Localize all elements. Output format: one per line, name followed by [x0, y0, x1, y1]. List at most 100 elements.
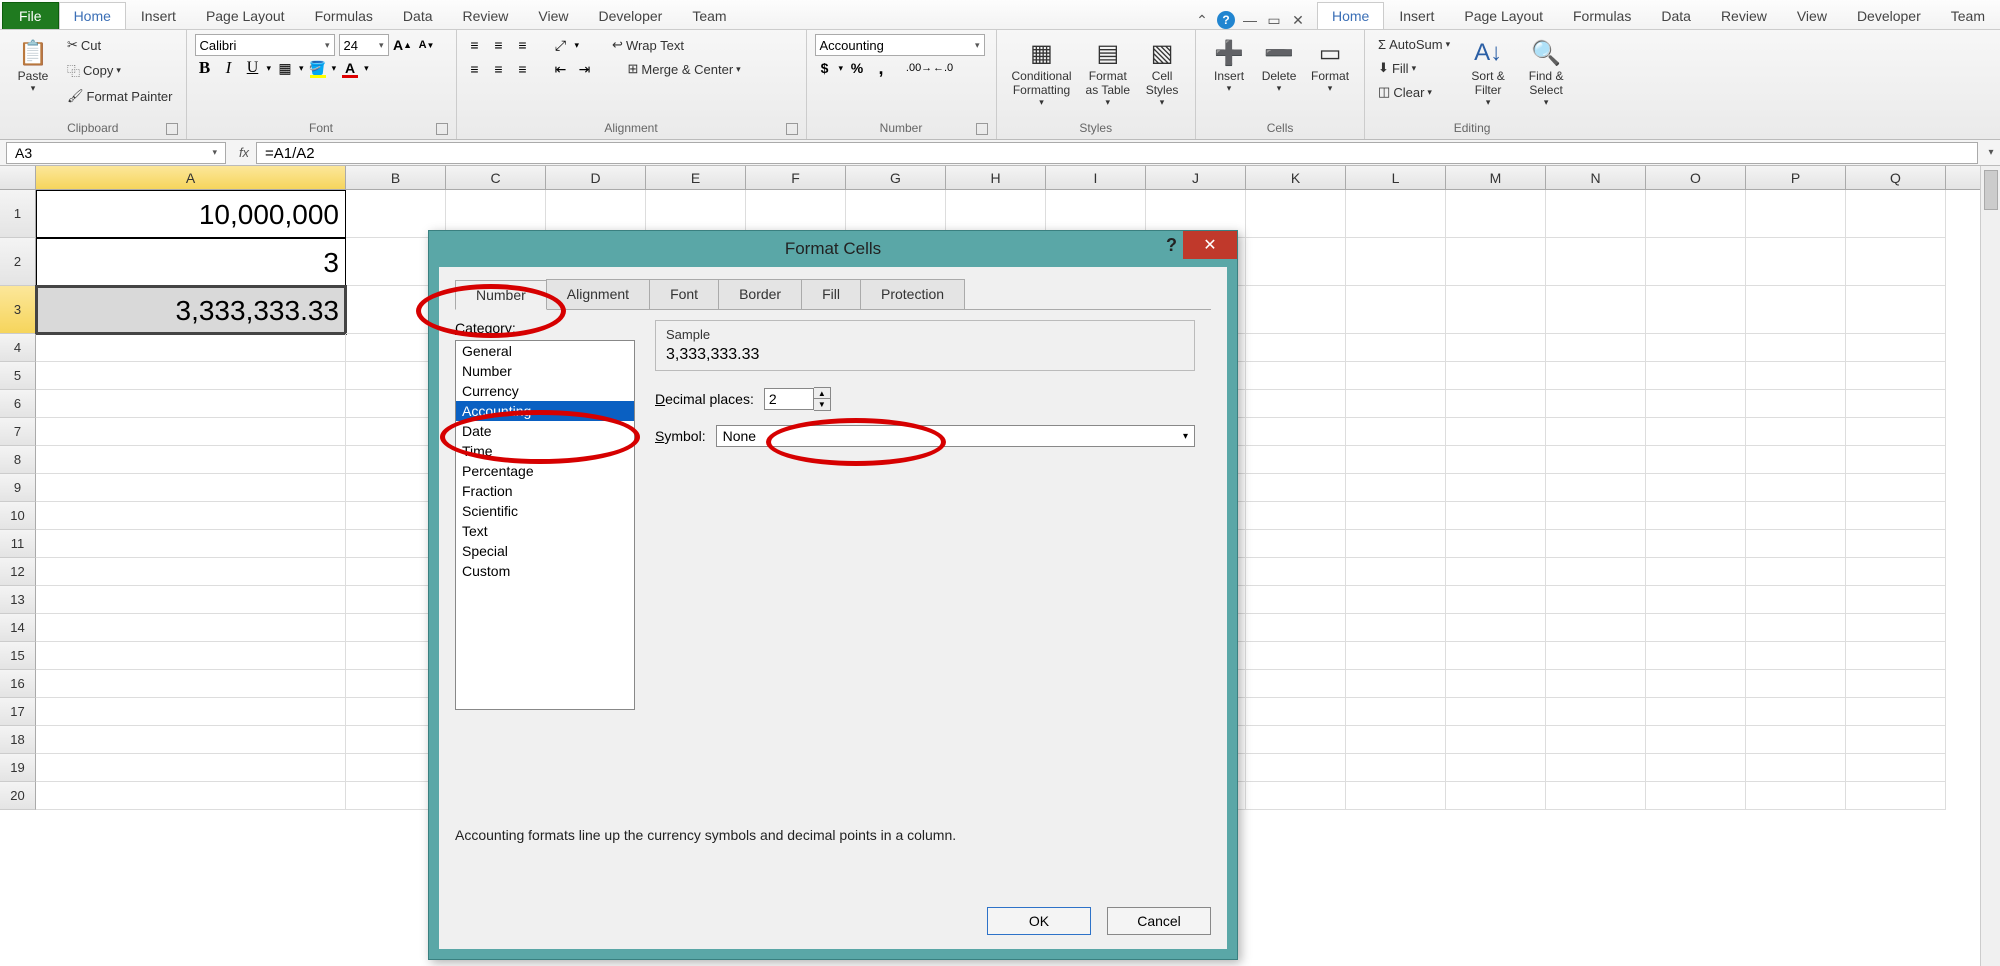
cell-A8[interactable]: [36, 446, 346, 474]
decrease-indent-icon[interactable]: ⇤: [551, 59, 571, 79]
cell-O12[interactable]: [1646, 558, 1746, 586]
cell-K18[interactable]: [1246, 726, 1346, 754]
column-header-J[interactable]: J: [1146, 166, 1246, 189]
cell-Q16[interactable]: [1846, 670, 1946, 698]
fx-icon[interactable]: fx: [232, 145, 256, 160]
column-header-Q[interactable]: Q: [1846, 166, 1946, 189]
cell-M16[interactable]: [1446, 670, 1546, 698]
cell-K11[interactable]: [1246, 530, 1346, 558]
cell-Q20[interactable]: [1846, 782, 1946, 810]
column-header-F[interactable]: F: [746, 166, 846, 189]
cell-K8[interactable]: [1246, 446, 1346, 474]
cell-O16[interactable]: [1646, 670, 1746, 698]
cell-N10[interactable]: [1546, 502, 1646, 530]
cell-M1[interactable]: [1446, 190, 1546, 238]
row-header-16[interactable]: 16: [0, 670, 36, 698]
help-icon[interactable]: ?: [1217, 11, 1235, 29]
cell-O1[interactable]: [1646, 190, 1746, 238]
cell-M17[interactable]: [1446, 698, 1546, 726]
font-color-dropdown[interactable]: ▾: [364, 63, 369, 74]
clipboard-dialog-launcher[interactable]: [166, 123, 178, 135]
cell-P10[interactable]: [1746, 502, 1846, 530]
cell-M19[interactable]: [1446, 754, 1546, 782]
row-header-3[interactable]: 3: [0, 286, 36, 334]
cell-N8[interactable]: [1546, 446, 1646, 474]
cell-A15[interactable]: [36, 642, 346, 670]
cancel-button[interactable]: Cancel: [1107, 907, 1211, 935]
border-dropdown[interactable]: ▾: [299, 63, 304, 74]
italic-button[interactable]: I: [219, 58, 239, 78]
cell-P17[interactable]: [1746, 698, 1846, 726]
row-header-11[interactable]: 11: [0, 530, 36, 558]
increase-decimal-icon[interactable]: .00→: [909, 58, 929, 78]
row-header-15[interactable]: 15: [0, 642, 36, 670]
row-header-19[interactable]: 19: [0, 754, 36, 782]
cell-K4[interactable]: [1246, 334, 1346, 362]
cell-K12[interactable]: [1246, 558, 1346, 586]
delete-cells-button[interactable]: ➖Delete▾: [1254, 34, 1304, 97]
category-time[interactable]: Time: [456, 441, 634, 461]
tab-home[interactable]: Home: [59, 2, 126, 29]
cell-Q17[interactable]: [1846, 698, 1946, 726]
cell-N15[interactable]: [1546, 642, 1646, 670]
column-header-A[interactable]: A: [36, 166, 346, 189]
formula-input[interactable]: =A1/A2: [256, 142, 1978, 164]
cell-P6[interactable]: [1746, 390, 1846, 418]
cell-Q14[interactable]: [1846, 614, 1946, 642]
dialog-tab-font[interactable]: Font: [649, 279, 719, 309]
cell-O17[interactable]: [1646, 698, 1746, 726]
cell-Q2[interactable]: [1846, 238, 1946, 286]
cell-M15[interactable]: [1446, 642, 1546, 670]
cell-Q18[interactable]: [1846, 726, 1946, 754]
cell-K20[interactable]: [1246, 782, 1346, 810]
column-header-D[interactable]: D: [546, 166, 646, 189]
symbol-select[interactable]: None ▾: [716, 425, 1195, 447]
column-header-M[interactable]: M: [1446, 166, 1546, 189]
formula-bar-expand[interactable]: ▾: [1982, 147, 2000, 158]
cell-K19[interactable]: [1246, 754, 1346, 782]
cell-P19[interactable]: [1746, 754, 1846, 782]
grow-font-icon[interactable]: A▲: [393, 35, 413, 55]
cell-M20[interactable]: [1446, 782, 1546, 810]
cell-L13[interactable]: [1346, 586, 1446, 614]
cell-L18[interactable]: [1346, 726, 1446, 754]
align-middle-icon[interactable]: ≡: [489, 35, 509, 55]
cell-N5[interactable]: [1546, 362, 1646, 390]
align-right-icon[interactable]: ≡: [513, 59, 533, 79]
cell-A13[interactable]: [36, 586, 346, 614]
alignment-dialog-launcher[interactable]: [786, 123, 798, 135]
cell-M5[interactable]: [1446, 362, 1546, 390]
cell-O11[interactable]: [1646, 530, 1746, 558]
cell-K16[interactable]: [1246, 670, 1346, 698]
cell-K17[interactable]: [1246, 698, 1346, 726]
decimal-places-input[interactable]: [764, 388, 814, 410]
tab-view[interactable]: View: [1782, 2, 1842, 29]
cell-O15[interactable]: [1646, 642, 1746, 670]
format-as-table-button[interactable]: ▤Format as Table▾: [1079, 34, 1137, 111]
dialog-tab-number[interactable]: Number: [455, 280, 547, 310]
cell-Q3[interactable]: [1846, 286, 1946, 334]
cell-styles-button[interactable]: ▧Cell Styles▾: [1137, 34, 1187, 111]
cell-M2[interactable]: [1446, 238, 1546, 286]
column-header-L[interactable]: L: [1346, 166, 1446, 189]
cell-A20[interactable]: [36, 782, 346, 810]
cell-N6[interactable]: [1546, 390, 1646, 418]
underline-button[interactable]: U: [243, 58, 263, 78]
cell-O8[interactable]: [1646, 446, 1746, 474]
cell-L1[interactable]: [1346, 190, 1446, 238]
cell-N4[interactable]: [1546, 334, 1646, 362]
column-header-C[interactable]: C: [446, 166, 546, 189]
bold-button[interactable]: B: [195, 58, 215, 78]
cell-L3[interactable]: [1346, 286, 1446, 334]
category-date[interactable]: Date: [456, 421, 634, 441]
cell-A11[interactable]: [36, 530, 346, 558]
cell-P8[interactable]: [1746, 446, 1846, 474]
cell-P14[interactable]: [1746, 614, 1846, 642]
cell-N18[interactable]: [1546, 726, 1646, 754]
column-header-G[interactable]: G: [846, 166, 946, 189]
cell-N1[interactable]: [1546, 190, 1646, 238]
cell-A19[interactable]: [36, 754, 346, 782]
cell-O6[interactable]: [1646, 390, 1746, 418]
row-header-4[interactable]: 4: [0, 334, 36, 362]
cell-Q10[interactable]: [1846, 502, 1946, 530]
